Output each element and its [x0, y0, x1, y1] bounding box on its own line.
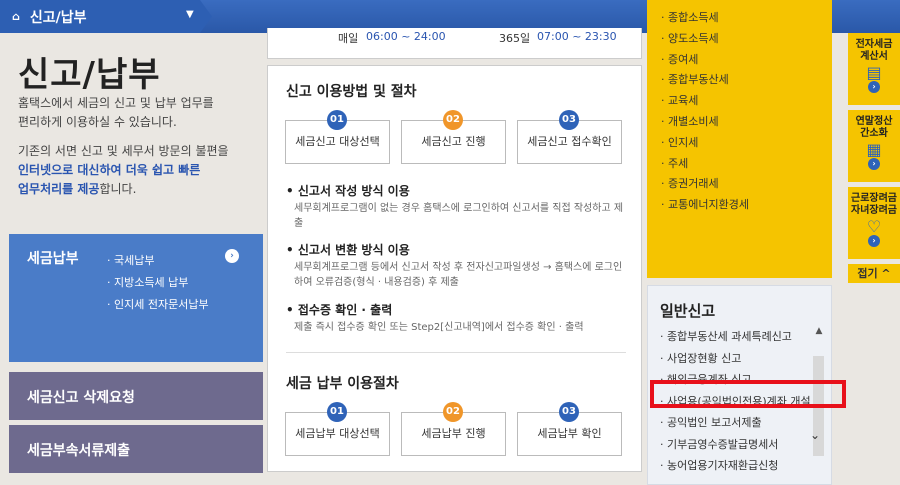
tax-type-item[interactable]: · 양도소득세 [661, 29, 749, 50]
quick-card-label: 근로장려금 자녀장려금 [851, 193, 897, 216]
tax-type-item[interactable]: · 주세 [661, 154, 749, 175]
description-line: 합니다. [99, 182, 137, 196]
page-description-2: 기존의 서면 신고 및 세무서 방문의 불편을 인터넷으로 대신하여 더욱 쉽고… [18, 142, 248, 199]
heart-icon: ♡ [866, 217, 882, 236]
tax-type-item[interactable]: · 교통에너지환경세 [661, 195, 749, 216]
tax-type-item[interactable]: · 교육세 [661, 91, 749, 112]
bullet-heading: • 접수증 확인 · 출력 [286, 303, 393, 317]
general-report-item[interactable]: · 종합부동산세 과세특례신고 [660, 326, 820, 348]
page-title: 신고/납부 [18, 55, 161, 95]
description-line: 홈택스에서 세금의 신고 및 납부 업무를 [18, 96, 214, 110]
step-number-badge: 03 [559, 110, 579, 130]
quick-earned-income-credit[interactable]: 근로장려금 자녀장려금 ♡ › [848, 187, 900, 259]
payment-section-title: 세금 납부 이용절차 [286, 376, 399, 392]
daily-hours: 06:00 ~ 24:00 [366, 30, 446, 43]
tax-payment-link[interactable]: · 국세납부 [107, 250, 209, 272]
tax-payment-link[interactable]: · 지방소득세 납부 [107, 272, 209, 294]
bullet-heading-text: 접수증 확인 · 출력 [297, 303, 393, 317]
tax-payment-list: · 국세납부 · 지방소득세 납부 · 인지세 전자문서납부 [107, 250, 209, 316]
highlight-box [650, 380, 846, 408]
description-line: 기존의 서면 신고 및 세무서 방문의 불편을 [18, 144, 229, 158]
collapse-button[interactable]: 접기 ^ [848, 264, 900, 283]
arrow-right-icon: › [868, 235, 880, 247]
bullet-heading-text: 신고서 변환 방식 이용 [297, 243, 410, 257]
general-report-item[interactable]: · 사업장현황 신고 [660, 348, 820, 370]
bullet-heading-text: 신고서 작성 방식 이용 [297, 184, 410, 198]
tax-payment-panel[interactable]: 세금납부 · 국세납부 · 지방소득세 납부 · 인지세 전자문서납부 › [9, 234, 263, 362]
general-report-item[interactable]: · 공익법인 보고서제출 [660, 412, 820, 434]
description-line: 편리하게 이용하실 수 있습니다. [18, 115, 177, 129]
delete-request-button[interactable]: 세금신고 삭제요청 [9, 372, 263, 420]
bullet-text: 세무회계프로그램 등에서 신고서 작성 후 전자신고파일생성 → 홈택스에 로그… [294, 262, 623, 288]
tax-type-list: · 종합소득세 · 양도소득세 · 증여세 · 종합부동산세 · 교육세 · 개… [661, 8, 749, 216]
scroll-up-arrow-icon[interactable]: ▲ [813, 326, 825, 338]
invoice-icon: ▤ [866, 63, 882, 82]
quick-year-end-settlement[interactable]: 연말정산 간소화 ▦ › [848, 110, 900, 182]
service-hours: 매일 06:00 ~ 24:00 365일 07:00 ~ 23:30 [267, 28, 642, 59]
arrow-right-icon: › [868, 81, 880, 93]
description-highlight: 업무처리를 제공 [18, 182, 100, 196]
year-label: 365일 [499, 32, 531, 45]
attach-documents-button[interactable]: 세금부속서류제출 [9, 425, 263, 473]
calculator-icon: ▦ [866, 140, 882, 159]
tax-type-item[interactable]: · 종합소득세 [661, 8, 749, 29]
general-report-item[interactable]: · 농어업용기자재환급신청 [660, 455, 820, 477]
daily-label: 매일 [338, 32, 359, 45]
quick-menu-bar: 전자세금 계산서 ▤ › 연말정산 간소화 ▦ › 근로장려금 자녀장려금 ♡ … [848, 33, 900, 283]
bullet-text: 세무회계프로그램이 없는 경우 홈택스에 로그인하여 신고서를 직접 작성하고 … [294, 203, 624, 229]
general-report-title: 일반신고 [660, 302, 716, 320]
bullet-heading: • 신고서 변환 방식 이용 [286, 243, 410, 257]
general-report-item[interactable]: · 기부금영수증발급명세서 [660, 434, 820, 456]
step-number-badge: 02 [443, 110, 463, 130]
bullet-text: 제출 즉시 접수증 확인 또는 Step2[신고내역]에서 접수증 확인 · 출… [294, 322, 584, 333]
caret-down-icon[interactable]: ▼ [186, 9, 194, 20]
chevron-down-icon[interactable]: ⌄ [810, 428, 820, 442]
tax-type-item[interactable]: · 증권거래세 [661, 174, 749, 195]
quick-e-invoice[interactable]: 전자세금 계산서 ▤ › [848, 33, 900, 105]
arrow-right-icon: › [868, 158, 880, 170]
bullet-heading: • 신고서 작성 방식 이용 [286, 184, 410, 198]
tax-payment-title: 세금납부 [27, 251, 79, 267]
arrow-right-icon[interactable]: › [225, 249, 239, 263]
description-highlight: 인터넷으로 대신하여 더욱 쉽고 빠른 [18, 163, 201, 177]
quick-card-label: 연말정산 간소화 [855, 116, 893, 139]
step-number-badge: 02 [443, 402, 463, 422]
breadcrumb[interactable]: ⌂ 신고/납부 ▼ [0, 0, 212, 33]
quick-card-label: 전자세금 계산서 [855, 39, 893, 62]
section-divider [286, 352, 626, 353]
report-section-title: 신고 이용방법 및 절차 [286, 84, 417, 100]
step-number-badge: 01 [327, 402, 347, 422]
tax-type-item[interactable]: · 개별소비세 [661, 112, 749, 133]
tax-type-item[interactable]: · 인지세 [661, 133, 749, 154]
step-number-badge: 01 [327, 110, 347, 130]
home-icon[interactable]: ⌂ [12, 10, 20, 23]
tax-type-list-panel: · 종합소득세 · 양도소득세 · 증여세 · 종합부동산세 · 교육세 · 개… [647, 0, 832, 278]
tax-type-item[interactable]: · 증여세 [661, 50, 749, 71]
procedure-panel: 신고 이용방법 및 절차 세금신고 대상선택 01 세금신고 진행 02 세금신… [267, 65, 642, 472]
step-number-badge: 03 [559, 402, 579, 422]
breadcrumb-label: 신고/납부 [29, 9, 87, 26]
tax-payment-link[interactable]: · 인지세 전자문서납부 [107, 294, 209, 316]
page-description: 홈택스에서 세금의 신고 및 납부 업무를 편리하게 이용하실 수 있습니다. [18, 94, 248, 132]
year-hours: 07:00 ~ 23:30 [537, 30, 617, 43]
tax-type-item[interactable]: · 종합부동산세 [661, 70, 749, 91]
